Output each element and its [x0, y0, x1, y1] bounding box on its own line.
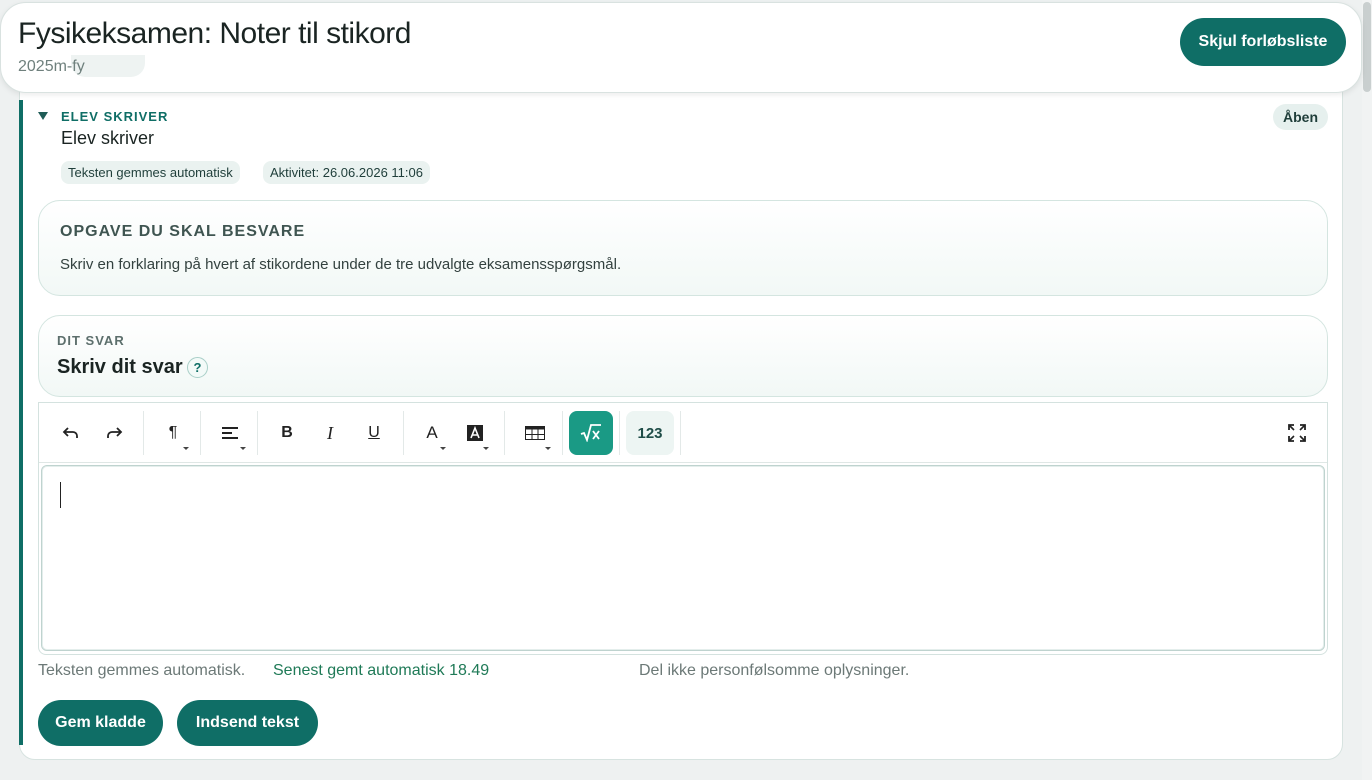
card-accent-bar	[19, 100, 23, 745]
autosave-note: Teksten gemmes automatisk.	[38, 662, 246, 679]
underline-icon[interactable]: U	[356, 412, 392, 454]
toolbar-separator	[257, 411, 258, 455]
card-eyebrow: ELEV SKRIVER	[61, 109, 169, 124]
toolbar-separator	[562, 411, 563, 455]
task-heading: OPGAVE DU SKAL BESVARE	[60, 223, 306, 240]
align-icon[interactable]	[210, 412, 250, 454]
chevron-down-icon	[440, 447, 446, 450]
answer-text-area[interactable]	[41, 465, 1325, 651]
hide-course-list-button[interactable]: Skjul forløbsliste	[1180, 18, 1346, 66]
task-panel: OPGAVE DU SKAL BESVARE Skriv en forklari…	[38, 200, 1328, 296]
activity-chip: Aktivitet: 26.06.2026 11:06	[263, 161, 430, 184]
redo-icon[interactable]	[96, 412, 132, 454]
help-icon[interactable]: ?	[187, 357, 208, 378]
paragraph-icon[interactable]: ¶	[153, 412, 193, 454]
paragraph-glyph: ¶	[168, 424, 178, 441]
toolbar-separator	[200, 411, 201, 455]
toolbar-separator	[143, 411, 144, 455]
task-text: Skriv en forklaring på hvert af stikorde…	[60, 256, 622, 273]
page-header: Fysikeksamen: Noter til stikord 2025m-fy…	[0, 2, 1362, 93]
numbers-icon[interactable]: 123	[626, 411, 674, 455]
chevron-down-icon	[483, 447, 489, 450]
chevron-down-icon	[183, 447, 189, 450]
page-title: Fysikeksamen: Noter til stikord	[18, 17, 411, 50]
bold-icon[interactable]: B	[269, 412, 305, 454]
autosave-chip: Teksten gemmes automatisk	[61, 161, 240, 184]
font-color-glyph: A	[426, 423, 438, 442]
math-icon[interactable]	[569, 411, 613, 455]
collapse-toggle-icon[interactable]	[38, 112, 48, 120]
answer-title: Skriv dit svar	[57, 356, 183, 378]
italic-icon[interactable]: I	[312, 412, 348, 454]
answer-eyebrow: DIT SVAR	[57, 333, 125, 348]
save-draft-button[interactable]: Gem kladde	[38, 700, 163, 746]
card-title: Elev skriver	[61, 128, 155, 148]
status-badge: Åben	[1273, 104, 1328, 130]
editor-toolbar: ¶ B I U A 123	[39, 403, 1327, 463]
scrollbar-thumb[interactable]	[1363, 2, 1371, 92]
fullscreen-icon[interactable]	[1279, 412, 1315, 454]
chevron-down-icon	[545, 447, 551, 450]
rich-text-editor: ¶ B I U A 123	[38, 402, 1328, 655]
undo-icon[interactable]	[53, 412, 89, 454]
toolbar-separator	[619, 411, 620, 455]
font-color-icon[interactable]: A	[414, 412, 450, 454]
toolbar-separator	[504, 411, 505, 455]
highlight-icon[interactable]	[457, 412, 493, 454]
privacy-note: Del ikke personfølsomme oplysninger.	[639, 662, 910, 679]
answer-panel: DIT SVAR Skriv dit svar ?	[38, 315, 1328, 397]
toolbar-separator	[680, 411, 681, 455]
chevron-down-icon	[240, 447, 246, 450]
submit-text-button[interactable]: Indsend tekst	[177, 700, 318, 746]
page-subtitle: 2025m-fy	[18, 58, 85, 75]
last-saved-note: Senest gemt automatisk 18.49	[273, 662, 490, 679]
toolbar-separator	[403, 411, 404, 455]
page-scrollbar[interactable]	[1362, 0, 1372, 780]
text-cursor	[60, 482, 61, 508]
table-icon[interactable]	[515, 412, 555, 454]
